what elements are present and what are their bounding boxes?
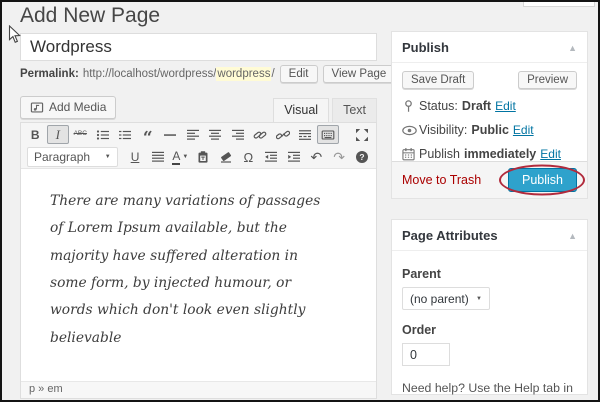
tab-visual[interactable]: Visual	[273, 98, 330, 122]
view-page-button[interactable]: View Page	[322, 65, 396, 83]
element-path: p » em	[29, 383, 63, 395]
align-left-button[interactable]	[182, 125, 204, 144]
preview-button[interactable]: Preview	[518, 71, 577, 89]
mouse-cursor-icon	[8, 25, 21, 44]
publish-panel: Publish ▲ Save Draft Preview Status: Dra…	[391, 31, 588, 199]
blockquote-button[interactable]: “	[137, 125, 159, 147]
status-label: Status:	[419, 99, 458, 113]
italic-button[interactable]: I	[47, 125, 69, 144]
publish-panel-header: Publish ▲	[392, 32, 587, 63]
tab-text[interactable]: Text	[332, 98, 377, 122]
chevron-down-icon: ▼	[182, 154, 189, 160]
read-more-button[interactable]	[295, 125, 317, 144]
schedule-row: Publish immediately Edit	[402, 147, 577, 161]
page-title: Add New Page	[20, 4, 161, 27]
chevron-down-icon: ▼	[476, 295, 482, 302]
text-color-button[interactable]: A ▼	[170, 148, 192, 167]
move-to-trash-link[interactable]: Move to Trash	[402, 173, 481, 187]
parent-select[interactable]: (no parent) ▼	[402, 287, 490, 310]
paragraph-format-select[interactable]: Paragraph ▼	[27, 147, 118, 167]
visibility-label: Visibility:	[419, 123, 468, 137]
visibility-row: Visibility: Public Edit	[402, 123, 577, 137]
status-row: Status: Draft Edit	[402, 99, 577, 113]
unlink-button[interactable]	[272, 125, 294, 144]
visibility-value: Public	[471, 123, 509, 137]
calendar-icon	[402, 147, 419, 161]
help-note: Need help? Use the Help tab in the upper…	[402, 381, 573, 395]
indent-button[interactable]	[283, 148, 305, 167]
strikethrough-button[interactable]: ABC	[70, 125, 92, 144]
editor-toolbar-row1: B I ABC “	[21, 123, 376, 146]
cutoff-panel-top	[523, 2, 595, 7]
media-icon	[30, 101, 44, 113]
edit-status-link[interactable]: Edit	[495, 99, 516, 113]
underline-button[interactable]: U	[124, 148, 146, 167]
collapse-toggle-icon[interactable]: ▲	[568, 231, 577, 241]
publish-panel-title: Publish	[402, 40, 449, 55]
permalink-row: Permalink: http://localhost/wordpress/wo…	[20, 65, 396, 83]
redo-button[interactable]: ↷	[328, 148, 350, 167]
edit-visibility-link[interactable]: Edit	[513, 123, 534, 137]
special-character-button[interactable]: Ω	[238, 148, 260, 167]
schedule-value: immediately	[464, 147, 537, 161]
page-title-input[interactable]	[20, 33, 377, 61]
wordpress-add-page-screen: Add New Page Permalink: http://localhost…	[0, 0, 600, 402]
outdent-button[interactable]	[260, 148, 282, 167]
fullscreen-button[interactable]	[351, 125, 373, 144]
save-draft-button[interactable]: Save Draft	[402, 71, 475, 89]
page-attributes-title: Page Attributes	[402, 228, 498, 243]
chevron-down-icon: ▼	[104, 154, 111, 160]
publish-footer: Move to Trash Publish	[392, 161, 587, 198]
undo-button[interactable]: ↶	[306, 148, 328, 167]
add-media-button[interactable]: Add Media	[20, 96, 117, 119]
editor-mode-tabs: Visual Text	[270, 98, 377, 122]
bulleted-list-button[interactable]	[92, 125, 114, 144]
toolbar-toggle-button[interactable]	[317, 125, 339, 144]
publish-button[interactable]: Publish	[508, 168, 577, 192]
bold-button[interactable]: B	[25, 125, 47, 144]
parent-label: Parent	[402, 267, 441, 281]
permalink-slug: wordpress	[216, 67, 272, 81]
page-attributes-header: Page Attributes ▲	[392, 220, 587, 251]
align-right-button[interactable]	[227, 125, 249, 144]
edit-permalink-button[interactable]: Edit	[279, 65, 318, 83]
eye-icon	[402, 125, 419, 136]
align-center-button[interactable]	[205, 125, 227, 144]
parent-select-value: (no parent)	[410, 291, 469, 306]
pin-icon	[402, 99, 419, 113]
collapse-toggle-icon[interactable]: ▲	[568, 43, 577, 53]
permalink-label: Permalink:	[20, 68, 79, 80]
help-button[interactable]: ?	[351, 148, 373, 167]
paste-as-text-button[interactable]	[192, 148, 214, 167]
link-button[interactable]	[250, 125, 272, 144]
horizontal-rule-button[interactable]	[160, 125, 182, 144]
paragraph-format-value: Paragraph	[34, 150, 91, 164]
editor-status-bar: p » em	[21, 381, 376, 398]
edit-schedule-link[interactable]: Edit	[540, 147, 561, 161]
page-attributes-panel: Page Attributes ▲ Parent (no parent) ▼ O…	[391, 219, 588, 395]
order-input[interactable]	[402, 343, 450, 366]
editor-content[interactable]: There are many variations of passages of…	[21, 169, 376, 381]
editor-paragraph: There are many variations of passages of…	[50, 193, 321, 346]
justify-button[interactable]	[147, 148, 169, 167]
permalink-url: http://localhost/wordpress/wordpress/	[82, 67, 275, 81]
add-media-label: Add Media	[49, 100, 107, 114]
media-row: Add Media Visual Text	[20, 94, 377, 122]
schedule-label: Publish	[419, 147, 460, 161]
editor-toolbar-row2: Paragraph ▼ U A ▼ Ω ↶ ↷?	[21, 146, 376, 169]
numbered-list-button[interactable]	[115, 125, 137, 144]
order-label: Order	[402, 323, 437, 337]
remove-formatting-button[interactable]	[215, 148, 237, 167]
editor: B I ABC “ Paragraph ▼ U A ▼ Ω ↶ ↷? There are many …	[20, 122, 377, 399]
status-value: Draft	[461, 99, 492, 113]
svg-text:?: ?	[359, 152, 364, 162]
